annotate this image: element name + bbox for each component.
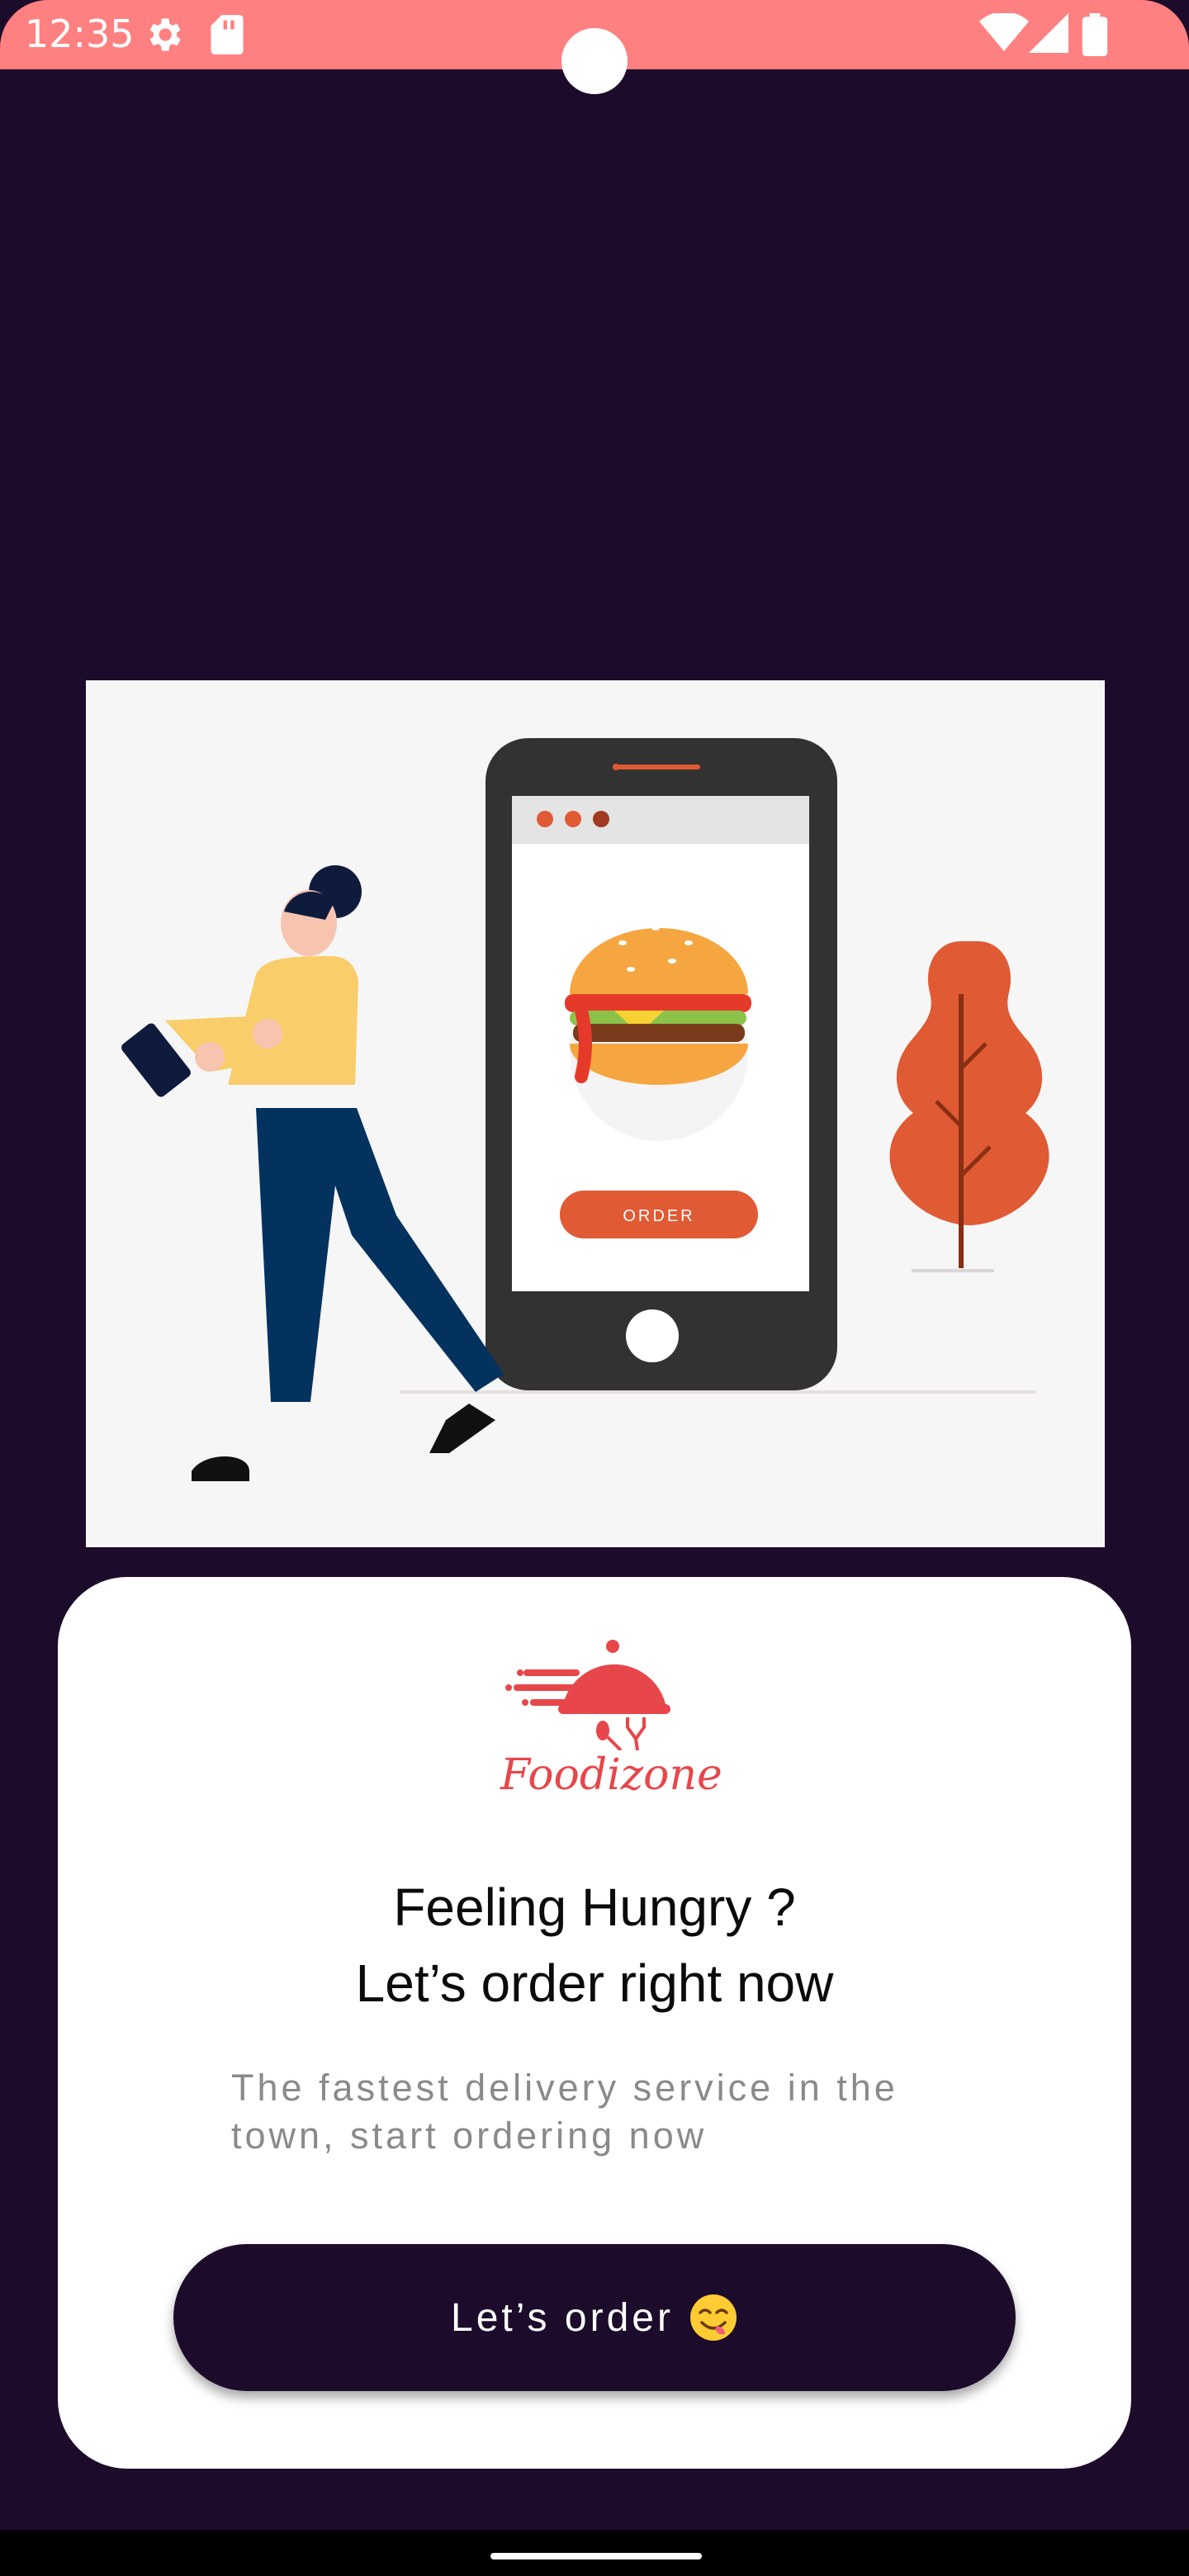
yum-emoji-icon	[689, 2294, 737, 2341]
delivery-cloche-icon	[505, 1640, 670, 1752]
headline-line-1: Feeling Hungry ?	[393, 1878, 796, 1937]
status-time: 12:35	[25, 12, 135, 56]
headline: Feeling Hungry ? Let’s order right now	[58, 1869, 1131, 2021]
subtext-line-1: The fastest delivery service in the	[231, 2067, 898, 2109]
lets-order-label: Let’s order	[451, 2295, 674, 2340]
home-indicator[interactable]	[490, 2553, 702, 2559]
sd-card-icon	[211, 15, 244, 54]
camera-cutout	[561, 28, 628, 94]
battery-icon	[1082, 13, 1108, 56]
illustration-order-label: ORDER	[623, 1207, 694, 1225]
gear-icon	[149, 18, 181, 51]
subtext: The fastest delivery service in the town…	[231, 2064, 1057, 2160]
tree-illustration	[889, 941, 1049, 1272]
subtext-line-2: town, start ordering now	[231, 2114, 708, 2157]
logo-text: Foodizone	[500, 1750, 722, 1800]
welcome-card: Foodizone Feeling Hungry ? Let’s order r…	[58, 1577, 1131, 2469]
headline-line-2: Let’s order right now	[355, 1953, 834, 2013]
person-illustration	[121, 865, 504, 1481]
wifi-icon	[979, 13, 1029, 51]
signal-icon	[1029, 13, 1068, 53]
phone-illustration: ORDER	[486, 738, 837, 1390]
lets-order-button[interactable]: Let’s order	[173, 2244, 1016, 2391]
food-order-illustration: ORDER	[121, 738, 1049, 1481]
hero-illustration: ORDER	[86, 680, 1105, 1547]
foodizone-logo: Foodizone	[500, 1635, 722, 1800]
